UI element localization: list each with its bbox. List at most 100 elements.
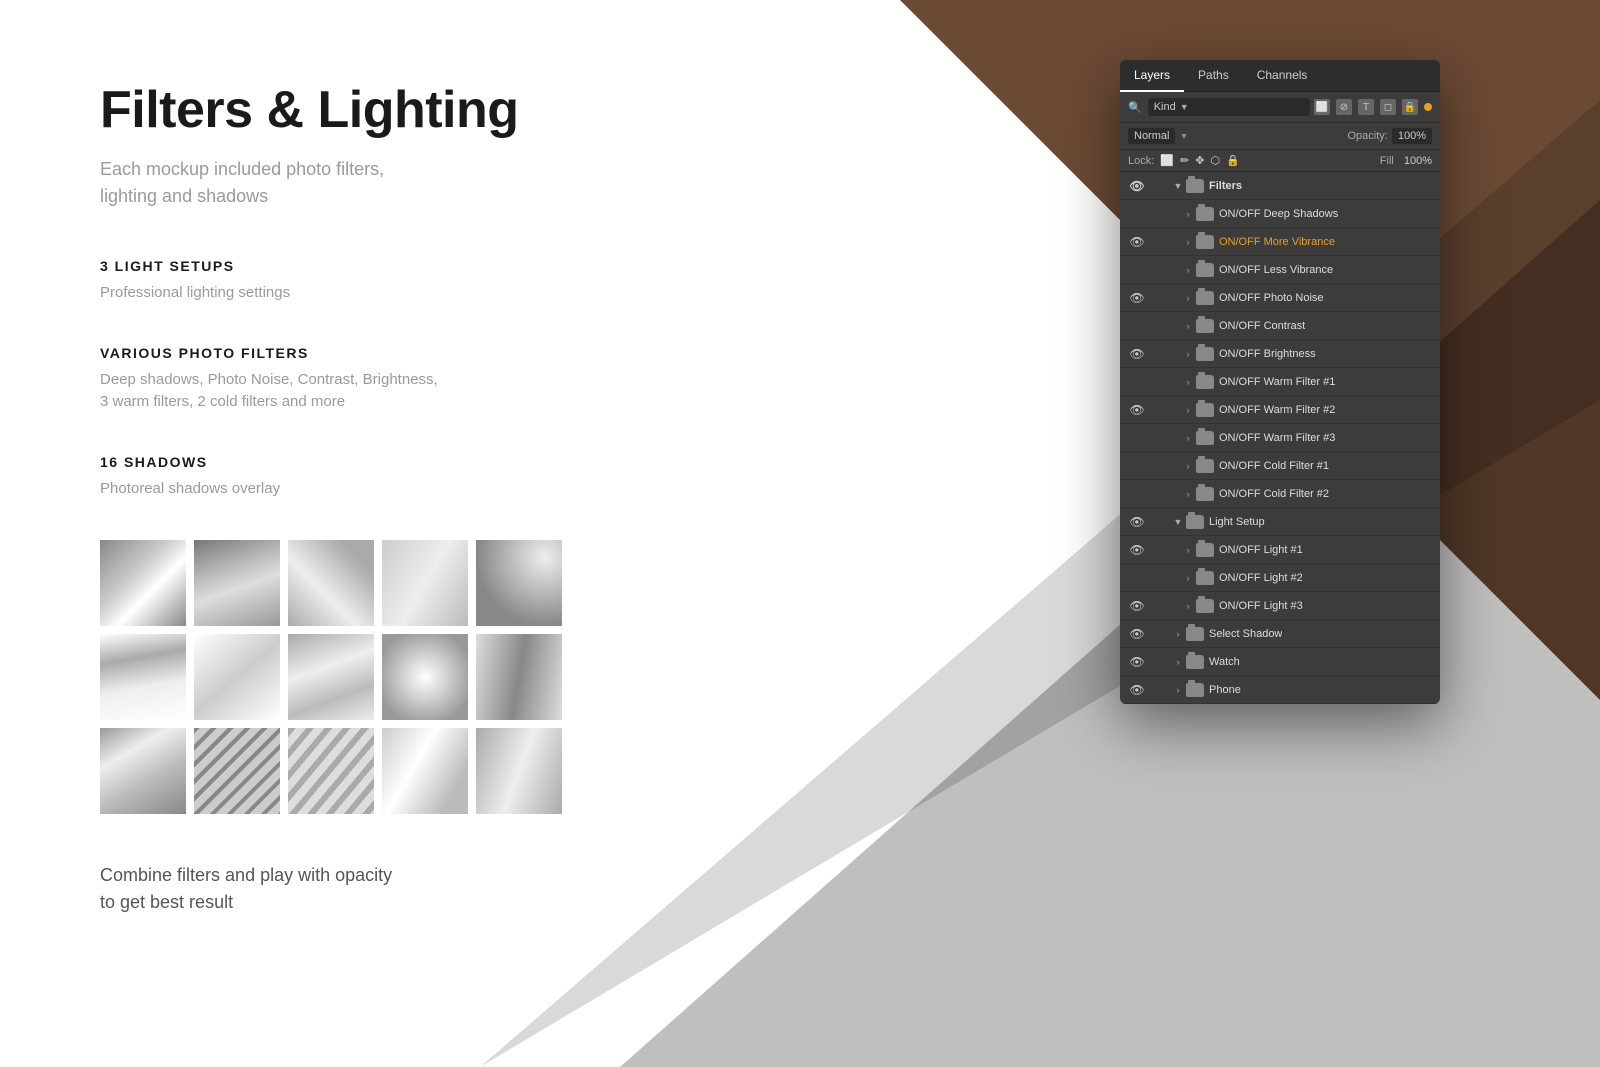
arrow-select-shadow[interactable]: › — [1172, 628, 1184, 640]
eye-icon-photo-noise: 👁 — [1129, 291, 1144, 305]
layer-row-select-shadow[interactable]: 👁 › Select Shadow — [1120, 620, 1440, 648]
arrow-contrast[interactable]: › — [1182, 320, 1194, 332]
layer-name-phone: Phone — [1209, 684, 1241, 696]
layer-row-warm-3[interactable]: › ON/OFF Warm Filter #3 — [1120, 424, 1440, 452]
section-text-light: Professional lighting settings — [100, 282, 760, 305]
eye-select-shadow[interactable]: 👁 — [1128, 625, 1146, 643]
lock-icon-1[interactable]: ⬜ — [1160, 154, 1174, 167]
tab-layers[interactable]: Layers — [1120, 60, 1184, 92]
kind-dropdown[interactable]: Kind ▼ — [1148, 98, 1310, 116]
layer-row-light-3[interactable]: 👁 › ON/OFF Light #3 — [1120, 592, 1440, 620]
eye-light-1[interactable]: 👁 — [1128, 541, 1146, 559]
arrow-filters[interactable]: ▼ — [1172, 180, 1184, 192]
eye-light-setup[interactable]: 👁 — [1128, 513, 1146, 531]
shadow-thumb-5 — [476, 540, 562, 626]
layer-row-photo-noise[interactable]: 👁 › ON/OFF Photo Noise — [1120, 284, 1440, 312]
eye-icon-light-3: 👁 — [1129, 599, 1144, 613]
shadow-thumb-8 — [288, 634, 374, 720]
layer-row-cold-1[interactable]: › ON/OFF Cold Filter #1 — [1120, 452, 1440, 480]
tab-channels[interactable]: Channels — [1243, 60, 1322, 91]
folder-icon-warm-3 — [1196, 431, 1214, 445]
fill-label: Fill — [1380, 155, 1394, 167]
layer-row-light-setup[interactable]: 👁 ▼ Light Setup — [1120, 508, 1440, 536]
lock-icon-3[interactable]: ✥ — [1195, 154, 1204, 167]
eye-light-2[interactable] — [1128, 569, 1146, 587]
layer-row-light-2[interactable]: › ON/OFF Light #2 — [1120, 564, 1440, 592]
layer-row-warm-1[interactable]: › ON/OFF Warm Filter #1 — [1120, 368, 1440, 396]
arrow-warm-3[interactable]: › — [1182, 432, 1194, 444]
eye-cold-1[interactable] — [1128, 457, 1146, 475]
lock-icon-5[interactable]: 🔒 — [1226, 154, 1240, 167]
folder-icon-brightness — [1196, 347, 1214, 361]
arrow-cold-1[interactable]: › — [1182, 460, 1194, 472]
eye-light-3[interactable]: 👁 — [1128, 597, 1146, 615]
opacity-value[interactable]: 100% — [1392, 128, 1432, 144]
eye-phone[interactable]: 👁 — [1128, 681, 1146, 699]
layer-row-contrast[interactable]: › ON/OFF Contrast — [1120, 312, 1440, 340]
kind-label: Kind — [1154, 101, 1176, 113]
eye-photo-noise[interactable]: 👁 — [1128, 289, 1146, 307]
tab-paths[interactable]: Paths — [1184, 60, 1243, 91]
eye-more-vibrance[interactable]: 👁 — [1128, 233, 1146, 251]
filter-icon-2[interactable]: ⊘ — [1336, 99, 1352, 115]
layer-row-light-1[interactable]: 👁 › ON/OFF Light #1 — [1120, 536, 1440, 564]
eye-warm-1[interactable] — [1128, 373, 1146, 391]
eye-warm-3[interactable] — [1128, 429, 1146, 447]
layer-row-warm-2[interactable]: 👁 › ON/OFF Warm Filter #2 — [1120, 396, 1440, 424]
arrow-photo-noise[interactable]: › — [1182, 292, 1194, 304]
arrow-phone[interactable]: › — [1172, 684, 1184, 696]
layer-name-light-1: ON/OFF Light #1 — [1219, 544, 1303, 556]
layer-row-deep-shadows[interactable]: › ON/OFF Deep Shadows — [1120, 200, 1440, 228]
eye-icon-light-1: 👁 — [1129, 543, 1144, 557]
arrow-light-2[interactable]: › — [1182, 572, 1194, 584]
eye-brightness[interactable]: 👁 — [1128, 345, 1146, 363]
eye-icon-more-vibrance: 👁 — [1129, 235, 1144, 249]
cb-warm-2 — [1150, 401, 1168, 419]
kind-chevron: ▼ — [1180, 102, 1189, 112]
arrow-warm-1[interactable]: › — [1182, 376, 1194, 388]
eye-watch[interactable]: 👁 — [1128, 653, 1146, 671]
fill-value[interactable]: 100% — [1404, 155, 1432, 167]
layer-row-less-vibrance[interactable]: › ON/OFF Less Vibrance — [1120, 256, 1440, 284]
page-title: Filters & Lighting — [100, 80, 760, 140]
filter-icon-5[interactable]: 🔒 — [1402, 99, 1418, 115]
layer-row-brightness[interactable]: 👁 › ON/OFF Brightness — [1120, 340, 1440, 368]
section-text-shadows: Photoreal shadows overlay — [100, 478, 760, 501]
layer-row-cold-2[interactable]: › ON/OFF Cold Filter #2 — [1120, 480, 1440, 508]
eye-icon-select-shadow: 👁 — [1129, 627, 1144, 641]
layer-name-light-setup: Light Setup — [1209, 516, 1265, 528]
eye-contrast[interactable] — [1128, 317, 1146, 335]
layer-row-filters-group[interactable]: 👁 ▼ Filters — [1120, 172, 1440, 200]
section-text-filters: Deep shadows, Photo Noise, Contrast, Bri… — [100, 369, 760, 414]
arrow-warm-2[interactable]: › — [1182, 404, 1194, 416]
arrow-more-vibrance[interactable]: › — [1182, 236, 1194, 248]
lock-icon-4[interactable]: ⬡ — [1210, 154, 1220, 167]
arrow-deep-shadows[interactable]: › — [1182, 208, 1194, 220]
arrow-less-vibrance[interactable]: › — [1182, 264, 1194, 276]
layer-name-warm-1: ON/OFF Warm Filter #1 — [1219, 376, 1335, 388]
eye-cold-2[interactable] — [1128, 485, 1146, 503]
layer-row-more-vibrance[interactable]: 👁 › ON/OFF More Vibrance — [1120, 228, 1440, 256]
lock-icon-2[interactable]: ✏ — [1180, 154, 1189, 167]
arrow-light-3[interactable]: › — [1182, 600, 1194, 612]
arrow-watch[interactable]: › — [1172, 656, 1184, 668]
shadow-thumb-12 — [194, 728, 280, 814]
shadow-thumb-6 — [100, 634, 186, 720]
filter-icon-4[interactable]: ◻ — [1380, 99, 1396, 115]
layer-row-phone[interactable]: 👁 › Phone — [1120, 676, 1440, 704]
arrow-brightness[interactable]: › — [1182, 348, 1194, 360]
layer-name-light-3: ON/OFF Light #3 — [1219, 600, 1303, 612]
filter-icon-1[interactable]: ⬜ — [1314, 99, 1330, 115]
layer-name-contrast: ON/OFF Contrast — [1219, 320, 1305, 332]
arrow-light-1[interactable]: › — [1182, 544, 1194, 556]
eye-less-vibrance[interactable] — [1128, 261, 1146, 279]
blend-mode-label[interactable]: Normal — [1128, 128, 1175, 144]
shadow-thumb-14 — [382, 728, 468, 814]
arrow-light-setup[interactable]: ▼ — [1172, 516, 1184, 528]
layer-row-watch[interactable]: 👁 › Watch — [1120, 648, 1440, 676]
eye-warm-2[interactable]: 👁 — [1128, 401, 1146, 419]
filter-icon-3[interactable]: T — [1358, 99, 1374, 115]
eye-deep-shadows[interactable] — [1128, 205, 1146, 223]
eye-filters[interactable]: 👁 — [1128, 177, 1146, 195]
arrow-cold-2[interactable]: › — [1182, 488, 1194, 500]
